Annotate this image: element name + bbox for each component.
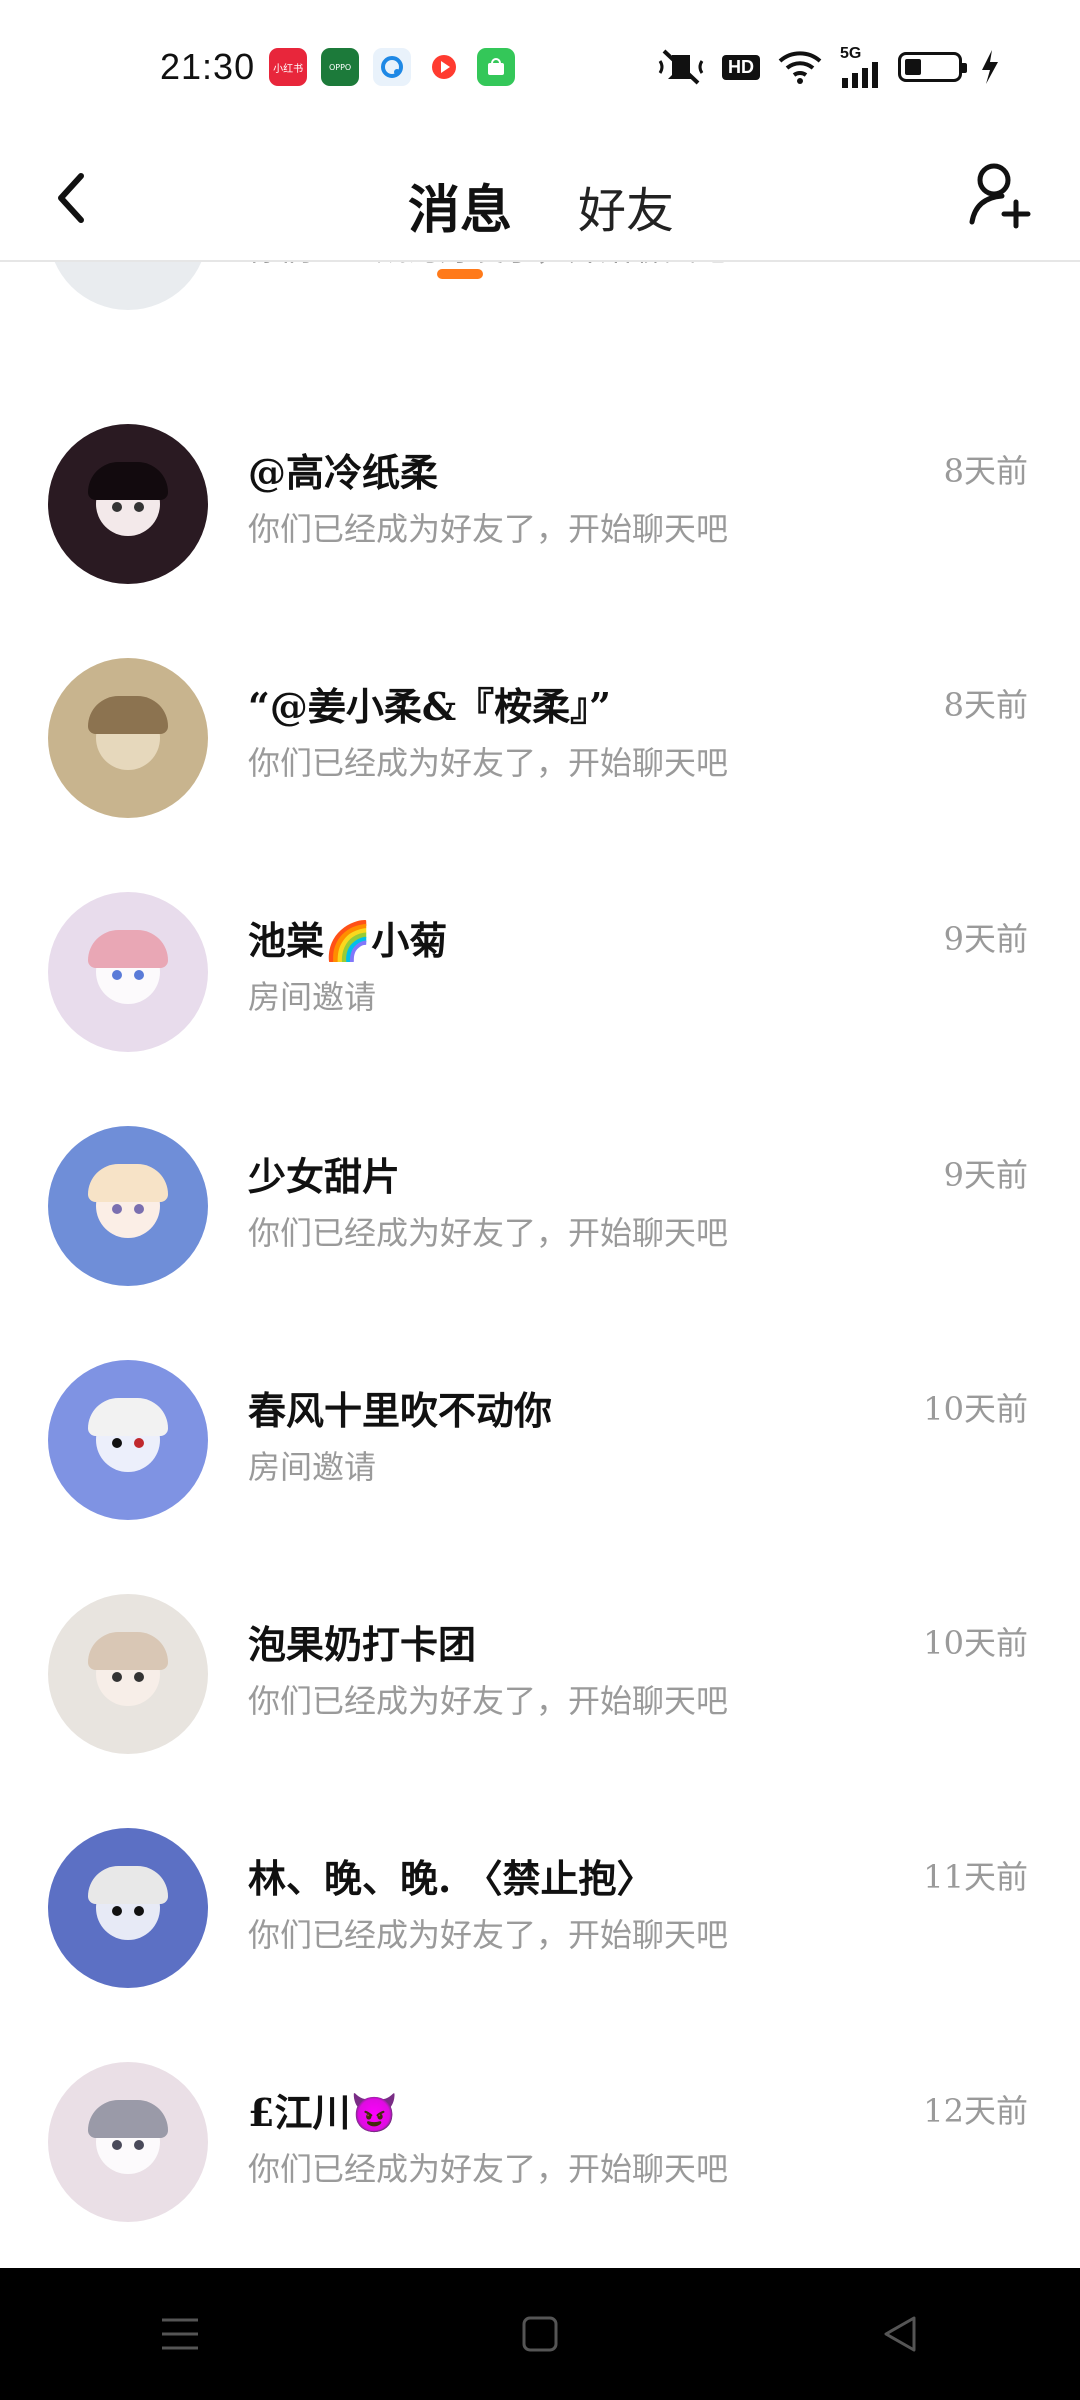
conversation-message: 你们已经成为好友了，开始聊天吧 — [248, 510, 729, 548]
conversation-time: 8天前 — [943, 452, 1028, 490]
conversation-time: 11天前 — [923, 1858, 1028, 1896]
avatar — [48, 1126, 208, 1286]
conversation-message: 你们已经成为好友了，开始聊天吧 — [248, 262, 728, 270]
tab-messages[interactable]: 消息 — [400, 158, 520, 279]
xiaohongshu-icon: 小红书 — [269, 48, 308, 86]
conversation-item[interactable]: 林、晚、晚. 〈禁止抱〉 你们已经成为好友了，开始聊天吧 11天前 — [0, 1826, 1080, 2060]
wifi-icon — [778, 49, 822, 85]
top-header: 消息 好友 — [0, 140, 1080, 279]
conversation-message: 房间邀请 — [248, 1448, 377, 1486]
tab-friends-label: 好友 — [578, 182, 675, 239]
conversation-name: 少女甜片 — [248, 1154, 401, 1199]
hd-badge: HD — [722, 54, 760, 80]
mute-vibrate-icon — [658, 47, 704, 87]
store-app-icon — [477, 48, 516, 86]
conversation-name: £江川😈 — [248, 2090, 398, 2135]
conversation-message: 房间邀请 — [248, 978, 377, 1016]
status-time: 21:30 — [160, 46, 256, 87]
avatar — [48, 262, 208, 310]
status-right: HD 5G — [658, 46, 1000, 88]
tab-friends[interactable]: 好友 — [570, 161, 682, 251]
conversation-message: 你们已经成为好友了，开始聊天吧 — [248, 1214, 729, 1252]
conversation-name: 池棠🌈小菊 — [248, 918, 448, 963]
avatar — [48, 1360, 208, 1520]
oppo-icon: OPPO — [321, 48, 360, 86]
conversation-message: 你们已经成为好友了，开始聊天吧 — [248, 744, 729, 782]
conversation-item[interactable]: 少女甜片 你们已经成为好友了，开始聊天吧 9天前 — [0, 1124, 1080, 1358]
nav-back-button[interactable] — [850, 2294, 950, 2374]
conversation-item[interactable]: @高冷纸柔 你们已经成为好友了，开始聊天吧 8天前 — [0, 420, 1080, 654]
video-app-icon — [425, 48, 464, 86]
add-friend-button[interactable] — [960, 150, 1040, 240]
status-bar: 21:30 小红书 OPPO HD 5G — [0, 0, 1080, 140]
nav-menu-button[interactable] — [130, 2294, 230, 2374]
avatar — [48, 424, 208, 584]
conversation-item[interactable]: 池棠🌈小菊 房间邀请 9天前 — [0, 890, 1080, 1124]
home-square-icon — [522, 2316, 558, 2352]
tab-bar: 消息 好友 — [400, 158, 682, 279]
nav-home-button[interactable] — [490, 2294, 590, 2374]
signal-5g-icon: 5G — [840, 46, 880, 88]
conversation-message: 你们已经成为好友了，开始聊天吧 — [248, 2150, 729, 2188]
conversation-name: “@姜小柔&『桉柔』” — [248, 684, 612, 729]
charging-icon — [980, 50, 1000, 84]
avatar — [48, 1594, 208, 1754]
back-triangle-icon — [884, 2316, 916, 2352]
conversation-item[interactable]: 你们已经成为好友了，开始聊天吧 — [0, 262, 1080, 348]
back-button[interactable] — [40, 158, 100, 238]
q-app-icon — [373, 48, 412, 86]
avatar — [48, 1828, 208, 1988]
chevron-left-icon — [58, 173, 84, 223]
conversation-time: 8天前 — [943, 686, 1028, 724]
conversation-message: 你们已经成为好友了，开始聊天吧 — [248, 1916, 729, 1954]
conversation-item[interactable]: 泡果奶打卡团 你们已经成为好友了，开始聊天吧 10天前 — [0, 1592, 1080, 1826]
network-type: 5G — [840, 45, 862, 62]
tab-messages-label: 消息 — [408, 180, 513, 241]
avatar — [48, 892, 208, 1052]
conversation-name: 春风十里吹不动你 — [248, 1388, 553, 1433]
conversation-time: 9天前 — [943, 920, 1028, 958]
avatar — [48, 658, 208, 818]
menu-icon — [162, 2318, 198, 2350]
avatar — [48, 2062, 208, 2222]
conversation-time: 10天前 — [923, 1390, 1028, 1428]
conversation-name: 泡果奶打卡团 — [248, 1622, 477, 1667]
battery-icon — [898, 52, 967, 82]
conversation-time: 12天前 — [923, 2092, 1028, 2130]
status-left: 21:30 小红书 OPPO — [160, 46, 516, 88]
conversation-name: @高冷纸柔 — [248, 450, 439, 495]
conversation-item[interactable]: 春风十里吹不动你 房间邀请 10天前 — [0, 1358, 1080, 1592]
conversation-time: 10天前 — [923, 1624, 1028, 1662]
conversation-name: 林、晚、晚. 〈禁止抱〉 — [248, 1856, 655, 1901]
conversation-time: 9天前 — [943, 1156, 1028, 1194]
conversation-list[interactable]: 你们已经成为好友了，开始聊天吧 @高冷纸柔 你们已经成为好友了，开始聊天吧 8天… — [0, 262, 1080, 2260]
add-user-icon — [969, 163, 1031, 229]
conversation-item[interactable]: “@姜小柔&『桉柔』” 你们已经成为好友了，开始聊天吧 8天前 — [0, 654, 1080, 888]
system-nav-bar — [0, 2268, 1080, 2400]
conversation-message: 你们已经成为好友了，开始聊天吧 — [248, 1682, 729, 1720]
conversation-item[interactable]: £江川😈 你们已经成为好友了，开始聊天吧 12天前 — [0, 2060, 1080, 2260]
